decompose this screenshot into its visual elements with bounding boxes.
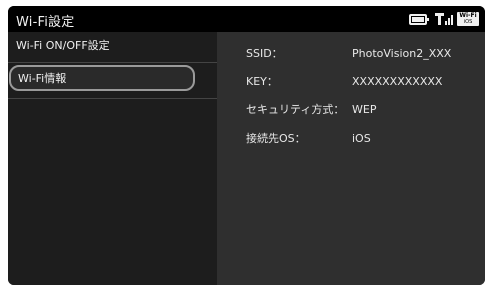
battery-icon	[409, 13, 429, 25]
page-title: Wi-Fi設定	[16, 15, 75, 30]
ssid-value: PhotoVision2_XXX	[352, 47, 452, 60]
divider	[8, 62, 217, 63]
wifi-badge-os: iOS	[463, 19, 473, 25]
title-bar: Wi-Fi設定 Wi-Fi iOS	[8, 6, 485, 32]
sidebar-item-wifi-info[interactable]: Wi-Fi情報	[9, 65, 195, 91]
sidebar-item-wifi-onoff[interactable]: Wi-Fi ON/OFF設定	[8, 32, 217, 60]
status-icons: Wi-Fi iOS	[409, 12, 479, 26]
security-label: セキュリティ方式：	[246, 103, 345, 116]
os-label: 接続先OS：	[246, 132, 306, 145]
os-value: iOS	[352, 132, 371, 145]
wifi-ios-badge-icon: Wi-Fi iOS	[457, 12, 479, 26]
info-row-security: セキュリティ方式： WEP	[217, 100, 485, 120]
wifi-info-panel: SSID： PhotoVision2_XXX KEY： XXXXXXXXXXXX…	[217, 32, 485, 285]
ssid-label: SSID：	[246, 47, 283, 60]
signal-icon	[435, 13, 453, 25]
divider	[8, 98, 217, 99]
key-label: KEY：	[246, 75, 278, 88]
wifi-settings-screen: Wi-Fi設定 Wi-Fi iOS Wi-Fi ON/OFF設定 Wi-Fi情報…	[8, 6, 485, 285]
sidebar: Wi-Fi ON/OFF設定 Wi-Fi情報	[8, 32, 217, 285]
info-row-ssid: SSID： PhotoVision2_XXX	[217, 44, 485, 64]
info-row-os: 接続先OS： iOS	[217, 129, 485, 149]
info-row-key: KEY： XXXXXXXXXXXX	[217, 72, 485, 92]
key-value: XXXXXXXXXXXX	[352, 75, 443, 88]
security-value: WEP	[352, 103, 377, 116]
